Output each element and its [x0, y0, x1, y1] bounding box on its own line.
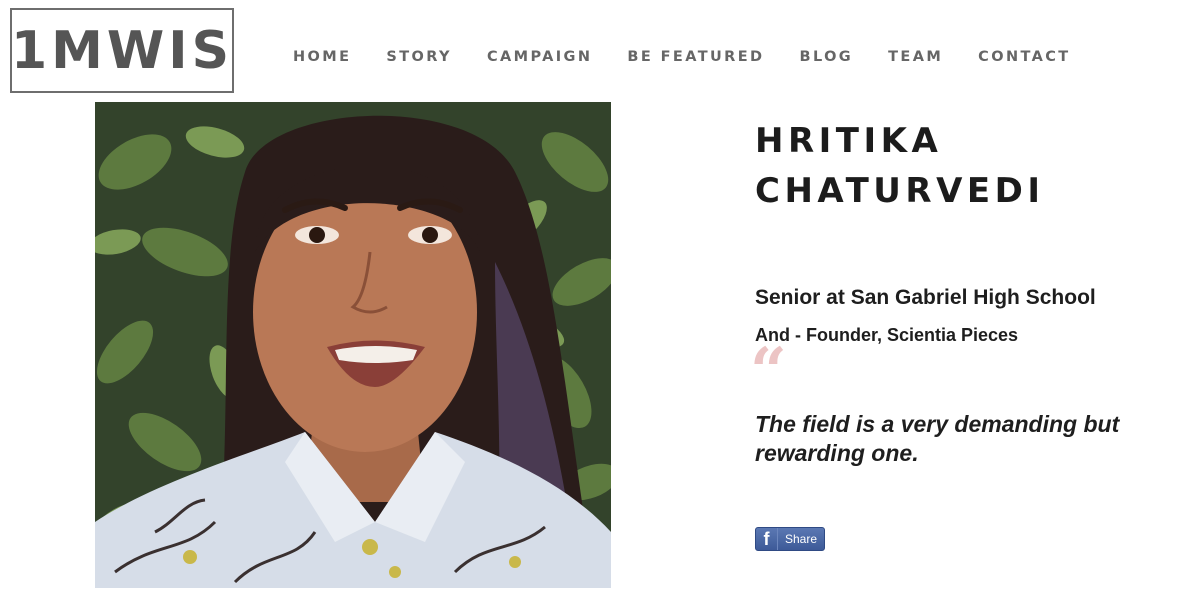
- profile-quote: The field is a very demanding but reward…: [755, 411, 1120, 466]
- name-last: CHATURVEDI: [755, 171, 1045, 211]
- nav-story[interactable]: STORY: [386, 47, 452, 69]
- profile-subtitle: And - Founder, Scientia Pieces: [755, 325, 1019, 345]
- nav-blog[interactable]: BLOG: [800, 47, 854, 69]
- nav-contact[interactable]: CONTACT: [978, 47, 1070, 69]
- main-nav: HOME STORY CAMPAIGN BE FEATURED BLOG TEA…: [293, 47, 1106, 69]
- name-first: HRITIKA: [755, 121, 943, 161]
- site-logo[interactable]: 1MWIS: [10, 8, 234, 93]
- nav-team[interactable]: TEAM: [888, 47, 943, 69]
- nav-campaign[interactable]: CAMPAIGN: [487, 47, 592, 69]
- profile-name: HRITIKA CHATURVEDI: [755, 116, 1044, 216]
- nav-be-featured[interactable]: BE FEATURED: [627, 47, 764, 69]
- profile-photo: [95, 102, 611, 588]
- nav-home[interactable]: HOME: [293, 47, 351, 69]
- quote-mark-icon: “: [750, 334, 787, 409]
- facebook-share-button[interactable]: f Share: [755, 527, 825, 551]
- facebook-icon: f: [756, 528, 778, 550]
- share-label: Share: [785, 532, 818, 546]
- logo-text: 1MWIS: [10, 20, 234, 81]
- profile-role: Senior at San Gabriel High School: [755, 286, 1096, 309]
